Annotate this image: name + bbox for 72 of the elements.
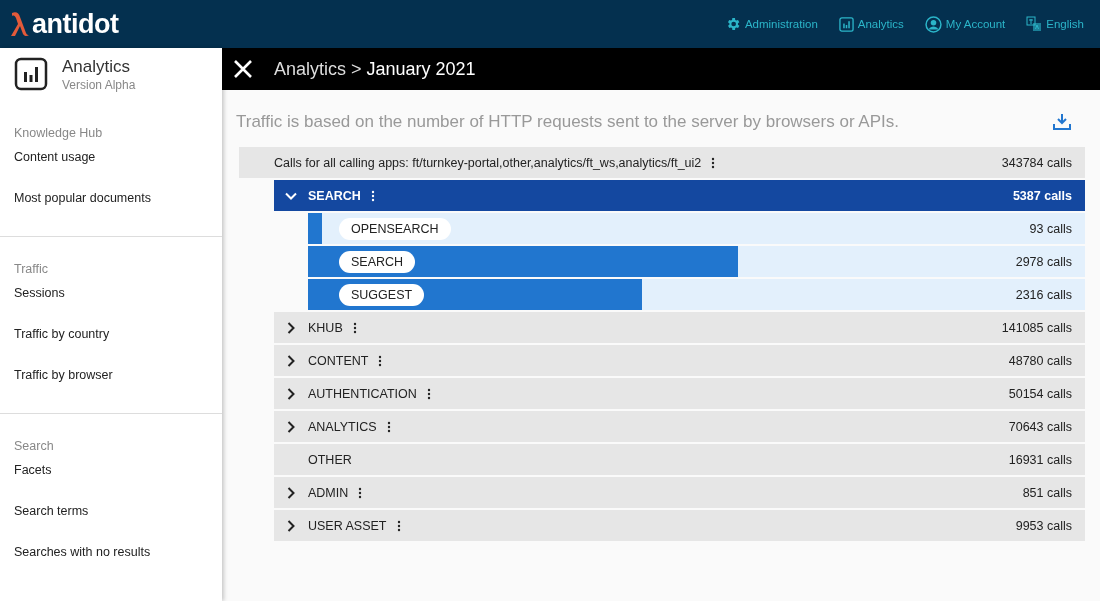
sidebar-item[interactable]: Searches with no results — [0, 545, 222, 586]
group-name: CONTENT — [308, 353, 369, 368]
breadcrumb-current: January 2021 — [366, 58, 476, 80]
calling-apps-label: Calls for all calling apps: ft/turnkey-portal,other,analytics/ft_ws,analytics/ft_ui2 — [274, 155, 702, 170]
call-count: 2316 calls — [1015, 287, 1072, 302]
more-options-icon[interactable] — [358, 486, 363, 499]
user-icon — [924, 15, 942, 33]
sidebar-item[interactable]: Facets — [0, 463, 222, 504]
call-count: 93 calls — [1029, 221, 1072, 236]
more-options-icon[interactable] — [370, 189, 375, 202]
download-icon[interactable] — [1052, 113, 1072, 131]
call-count: 343784 calls — [1001, 155, 1072, 170]
more-options-icon[interactable] — [426, 387, 431, 400]
close-icon[interactable] — [232, 58, 254, 80]
call-count: 9953 calls — [1015, 518, 1072, 533]
call-group-row[interactable]: ANALYTICS 70643 calls — [274, 411, 1085, 442]
logo-icon — [10, 10, 30, 38]
call-count: 2978 calls — [1015, 254, 1072, 269]
app-version: Version Alpha — [62, 78, 136, 92]
group-name: USER ASSET — [308, 518, 387, 533]
more-options-icon[interactable] — [386, 420, 391, 433]
sidebar-section-heading: Knowledge Hub — [14, 126, 104, 140]
breadcrumb-separator: > — [351, 58, 362, 80]
call-count: 851 calls — [1022, 485, 1072, 500]
group-name: OTHER — [308, 452, 352, 467]
call-count: 141085 calls — [1001, 320, 1072, 335]
logo-text: antidot — [32, 8, 119, 40]
header-nav-link[interactable]: My Account — [924, 15, 1006, 33]
sidebar-item[interactable]: Most popular documents — [0, 191, 222, 232]
call-group-row[interactable]: KHUB 141085 calls — [274, 312, 1085, 343]
more-options-icon[interactable] — [711, 156, 716, 169]
header-nav-link[interactable]: English — [1026, 15, 1084, 33]
call-count: 50154 calls — [1008, 386, 1072, 401]
description-text: Traffic is based on the number of HTTP requests sent to the server by browsers or APIs. — [236, 112, 899, 132]
sidebar-item[interactable]: Sessions — [0, 286, 222, 327]
more-options-icon[interactable] — [352, 321, 357, 334]
call-group-row[interactable]: CONTENT 48780 calls — [274, 345, 1085, 376]
more-options-icon[interactable] — [396, 519, 401, 532]
chevron-right-icon[interactable] — [285, 387, 297, 400]
call-group-row[interactable]: USER ASSET 9953 calls — [274, 510, 1085, 541]
chevron-right-icon[interactable] — [285, 420, 297, 433]
chevron-right-icon[interactable] — [285, 321, 297, 334]
call-count: 5387 calls — [1012, 188, 1072, 203]
call-count: 70643 calls — [1008, 419, 1072, 434]
bar-chart-icon — [838, 16, 854, 32]
app-title: Analytics — [62, 57, 132, 77]
sidebar-section-heading: Search — [14, 439, 55, 453]
breadcrumb-link[interactable]: Analytics — [274, 58, 347, 80]
chevron-right-icon[interactable] — [285, 354, 297, 367]
sidebar-item[interactable]: Traffic by browser — [0, 368, 222, 409]
call-count: 48780 calls — [1008, 353, 1072, 368]
bar-chart-icon — [14, 57, 48, 91]
sidebar-section-heading: Traffic — [14, 262, 50, 276]
endpoint-label: OPENSEARCH — [339, 217, 451, 240]
group-name: AUTHENTICATION — [308, 386, 417, 401]
chevron-right-icon[interactable] — [285, 519, 297, 532]
sidebar-item[interactable]: Traffic by country — [0, 327, 222, 368]
more-options-icon[interactable] — [378, 354, 383, 367]
call-group-row[interactable]: SEARCH 5387 calls — [274, 180, 1085, 211]
group-name: ANALYTICS — [308, 419, 377, 434]
sidebar-item[interactable]: Content usage — [0, 150, 222, 191]
call-count: 16931 calls — [1008, 452, 1072, 467]
header-nav-link[interactable]: Analytics — [838, 15, 904, 33]
group-name: KHUB — [308, 320, 343, 335]
header-nav-link[interactable]: Administration — [724, 15, 818, 33]
sidebar-item[interactable]: Search terms — [0, 504, 222, 545]
group-name: SEARCH — [308, 188, 361, 203]
call-group-row[interactable]: AUTHENTICATION 50154 calls — [274, 378, 1085, 409]
translate-icon — [1026, 16, 1043, 32]
call-group-row[interactable]: ADMIN 851 calls — [274, 477, 1085, 508]
chevron-right-icon[interactable] — [285, 486, 297, 499]
group-name: ADMIN — [308, 485, 349, 500]
